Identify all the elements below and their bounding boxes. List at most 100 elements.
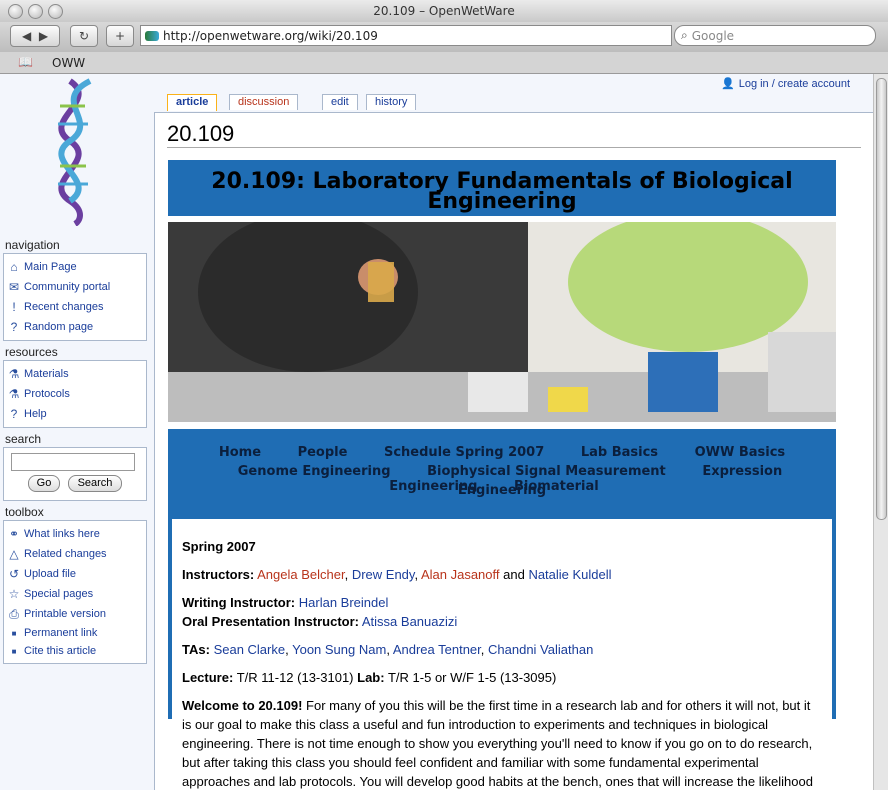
writing-label: Writing Instructor: xyxy=(182,595,296,610)
bullet-icon: ■ xyxy=(11,628,17,638)
scroll-thumb[interactable] xyxy=(876,78,887,520)
star-icon: ☆ xyxy=(8,587,20,601)
welcome-paragraph: Welcome to 20.109! For many of you this … xyxy=(182,696,822,790)
tab-article[interactable]: article xyxy=(167,94,218,111)
tool-label: Cite this article xyxy=(24,645,97,657)
resource-label: Help xyxy=(24,408,47,420)
writing-instructor-link[interactable]: Harlan Breindel xyxy=(299,595,389,610)
ta-link[interactable]: Chandni Valiathan xyxy=(488,642,593,657)
tool-special-pages[interactable]: ☆ Special pages xyxy=(4,584,146,604)
forward-arrow-icon[interactable]: ▶ xyxy=(39,29,48,43)
course-banner: 20.109: Laboratory Fundamentals of Biolo… xyxy=(168,160,836,216)
navigation-portlet: ⌂ Main Page ✉ Community portal ! Recent cha… xyxy=(3,253,147,341)
lecture-time: T/R 11-12 (13-3101) xyxy=(236,670,354,685)
tool-permanent-link[interactable]: ■ Permanent link xyxy=(4,624,146,642)
site-favicon-icon xyxy=(145,30,159,41)
nav-lab-basics[interactable]: Lab Basics xyxy=(581,445,658,460)
url-field[interactable]: http://openwetware.org/wiki/20.109 xyxy=(140,25,672,46)
ta-link[interactable]: Sean Clarke xyxy=(214,642,286,657)
back-forward-buttons[interactable]: ◀ ▶ xyxy=(10,25,60,47)
printer-icon: ⎙ xyxy=(9,606,19,621)
tool-upload-file[interactable]: ↺ Upload file xyxy=(4,564,146,584)
beaker-icon: ⚗ xyxy=(8,387,20,401)
article-content: 20.109 20.109: Laboratory Fundamentals o… xyxy=(154,112,874,790)
course-nav-row-3: Engineering xyxy=(168,483,836,498)
search-placeholder: Google xyxy=(691,28,735,43)
search-title: search xyxy=(5,432,42,446)
tool-label: What links here xyxy=(24,528,100,540)
nav-random-page[interactable]: ? Random page xyxy=(4,317,146,337)
tool-related-changes[interactable]: △ Related changes xyxy=(4,544,146,564)
window-titlebar: 20.109 – OpenWetWare xyxy=(0,0,888,23)
nav-label: Random page xyxy=(24,321,94,333)
go-button[interactable]: Go xyxy=(28,475,60,492)
resource-materials[interactable]: ⚗ Materials xyxy=(4,364,146,384)
resource-protocols[interactable]: ⚗ Protocols xyxy=(4,384,146,404)
magnifier-icon: ⌕ xyxy=(681,28,688,42)
flask-icon: ⚗ xyxy=(8,367,20,381)
search-field[interactable]: ⌕ Google xyxy=(674,25,876,46)
login-link[interactable]: Log in / create account xyxy=(739,78,850,90)
lab-time: T/R 1-5 or W/F 1-5 (13-3095) xyxy=(387,670,557,685)
lecture-label: Lecture: xyxy=(182,670,234,685)
bookmark-oww[interactable]: OWW xyxy=(52,56,85,70)
plus-icon: + xyxy=(114,29,126,43)
search-button[interactable]: Search xyxy=(68,475,122,492)
instructor-link[interactable]: Angela Belcher xyxy=(257,567,344,582)
instructor-link[interactable]: Natalie Kuldell xyxy=(528,567,611,582)
tool-cite-article[interactable]: ■ Cite this article xyxy=(4,642,146,660)
nav-biomaterial-cont[interactable]: Engineering xyxy=(458,483,546,498)
instructor-link[interactable]: Drew Endy xyxy=(352,567,415,582)
oral-label: Oral Presentation Instructor: xyxy=(182,614,359,629)
nav-main-page[interactable]: ⌂ Main Page xyxy=(4,257,146,277)
nav-home[interactable]: Home xyxy=(219,445,261,460)
resources-title: resources xyxy=(5,345,58,359)
nav-community-portal[interactable]: ✉ Community portal xyxy=(4,277,146,297)
welcome-heading: Welcome to 20.109! xyxy=(182,698,303,713)
nav-genome-engineering[interactable]: Genome Engineering xyxy=(238,464,391,479)
schedule-line: Lecture: T/R 11-12 (13-3101) Lab: T/R 1-… xyxy=(182,668,822,687)
tab-discussion[interactable]: discussion xyxy=(229,94,299,110)
tool-what-links-here[interactable]: ⚭ What links here xyxy=(4,524,146,544)
back-arrow-icon[interactable]: ◀ xyxy=(22,29,31,43)
book-icon[interactable]: 📖 xyxy=(18,55,33,69)
exclamation-icon: ! xyxy=(12,300,16,314)
instructor-link[interactable]: Alan Jasanoff xyxy=(421,567,500,582)
tas-line: TAs: Sean Clarke, Yoon Sung Nam, Andrea … xyxy=(182,642,594,657)
nav-people[interactable]: People xyxy=(298,445,348,460)
oral-instructor-link[interactable]: Atissa Banuazizi xyxy=(362,614,457,629)
bookmarks-bar: 📖 OWW xyxy=(0,52,888,74)
sidebar-search-input[interactable] xyxy=(11,453,135,471)
reload-button[interactable]: ↻ xyxy=(70,25,98,47)
tas-label: TAs: xyxy=(182,642,210,657)
user-tools: 👤 Log in / create account xyxy=(721,77,850,91)
nav-schedule[interactable]: Schedule Spring 2007 xyxy=(384,445,544,460)
ta-link[interactable]: Yoon Sung Nam xyxy=(292,642,386,657)
upload-icon: ↺ xyxy=(8,567,20,581)
tab-history[interactable]: history xyxy=(366,94,417,110)
course-info-box: Spring 2007 Instructors: Angela Belcher,… xyxy=(172,519,832,789)
reload-icon: ↻ xyxy=(78,29,90,43)
ta-link[interactable]: Andrea Tentner xyxy=(393,642,481,657)
tool-label: Related changes xyxy=(24,548,107,560)
dna-helix-logo xyxy=(58,78,92,226)
add-bookmark-button[interactable]: + xyxy=(106,25,134,47)
page-title: 20.109 xyxy=(167,121,235,146)
tool-label: Printable version xyxy=(24,608,106,620)
writing-oral-line: Writing Instructor: Harlan Breindel Oral… xyxy=(182,593,822,631)
course-nav-panel: Home People Schedule Spring 2007 Lab Bas… xyxy=(168,429,836,789)
nav-recent-changes[interactable]: ! Recent changes xyxy=(4,297,146,317)
tool-printable-version[interactable]: ⎙ Printable version xyxy=(4,604,146,624)
nav-biophysical[interactable]: Biophysical Signal Measurement xyxy=(427,464,666,479)
user-icon: 👤 xyxy=(721,78,735,90)
question-icon: ? xyxy=(10,320,18,334)
site-logo[interactable] xyxy=(0,74,150,234)
instructors-label: Instructors: xyxy=(182,567,255,582)
semester-label: Spring 2007 xyxy=(182,539,256,554)
nav-oww-basics[interactable]: OWW Basics xyxy=(695,445,786,460)
resource-help[interactable]: ? Help xyxy=(4,404,146,424)
vertical-scrollbar[interactable] xyxy=(873,74,888,790)
bullet-icon: ■ xyxy=(11,646,17,656)
resources-portlet: ⚗ Materials ⚗ Protocols ? Help xyxy=(3,360,147,428)
tab-edit[interactable]: edit xyxy=(322,94,358,110)
